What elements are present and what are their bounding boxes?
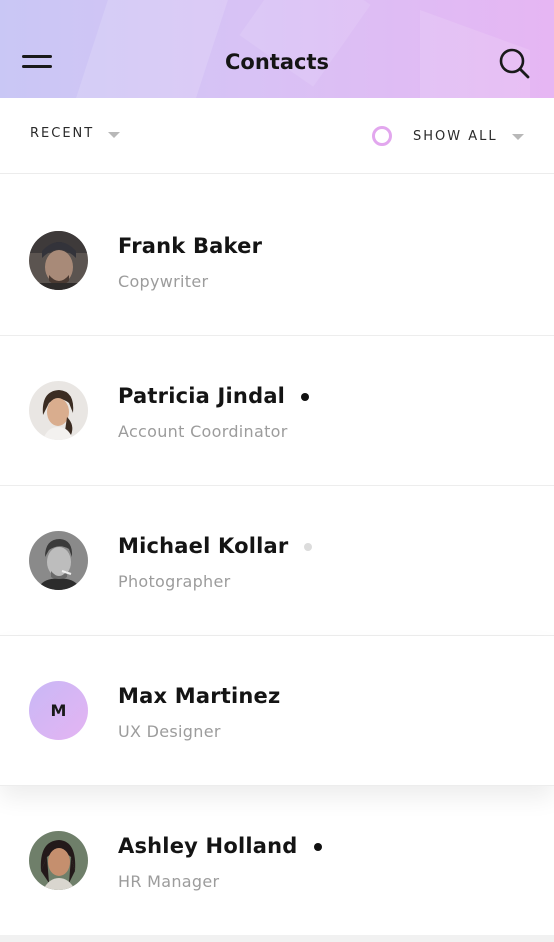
- contact-role: UX Designer: [118, 722, 221, 741]
- contact-role: Photographer: [118, 572, 231, 591]
- chevron-down-icon: [511, 134, 524, 140]
- header-decoration: [239, 0, 371, 87]
- contact-row[interactable]: Ashley Holland HR Manager: [0, 786, 554, 936]
- online-status-dot: [301, 393, 310, 401]
- app-header: Contacts: [0, 0, 554, 98]
- avatar: M: [29, 681, 88, 740]
- contact-list: Frank Baker Copywriter Patricia Jindal A…: [0, 186, 554, 936]
- contact-role: Account Coordinator: [118, 422, 288, 441]
- list-bottom-divider: [0, 935, 554, 942]
- contact-row[interactable]: M Max Martinez UX Designer: [0, 636, 554, 786]
- hamburger-menu-icon: [22, 55, 52, 58]
- contact-row[interactable]: Michael Kollar Photographer: [0, 486, 554, 636]
- search-button[interactable]: [496, 45, 532, 81]
- filter-bar: RECENT SHOW ALL: [0, 98, 554, 174]
- search-icon: [499, 48, 530, 79]
- contact-role: HR Manager: [118, 872, 220, 891]
- status-ring-icon: [372, 126, 392, 146]
- recent-filter-dropdown[interactable]: RECENT: [30, 126, 121, 141]
- contact-role: Copywriter: [118, 272, 209, 291]
- contact-name: Patricia Jindal: [118, 384, 286, 408]
- hamburger-menu-icon-bar: [22, 65, 52, 68]
- recent-filter-label: RECENT: [30, 126, 95, 141]
- contact-row[interactable]: Patricia Jindal Account Coordinator: [0, 336, 554, 486]
- contact-name: Max Martinez: [118, 684, 281, 708]
- avatar: [29, 831, 88, 890]
- show-all-filter-label: SHOW ALL: [413, 128, 498, 144]
- avatar: [29, 381, 88, 440]
- menu-button[interactable]: [20, 50, 54, 74]
- contact-name: Frank Baker: [118, 234, 263, 258]
- header-decoration: [68, 0, 232, 98]
- contact-name: Michael Kollar: [118, 534, 289, 558]
- chevron-down-icon: [108, 131, 121, 138]
- contact-name: Ashley Holland: [118, 834, 298, 858]
- online-status-dot: [313, 843, 322, 851]
- away-status-dot: [304, 543, 313, 551]
- contact-row[interactable]: Frank Baker Copywriter: [0, 186, 554, 336]
- show-all-filter-dropdown[interactable]: SHOW ALL: [372, 126, 524, 146]
- avatar: [29, 531, 88, 590]
- avatar: [29, 231, 88, 290]
